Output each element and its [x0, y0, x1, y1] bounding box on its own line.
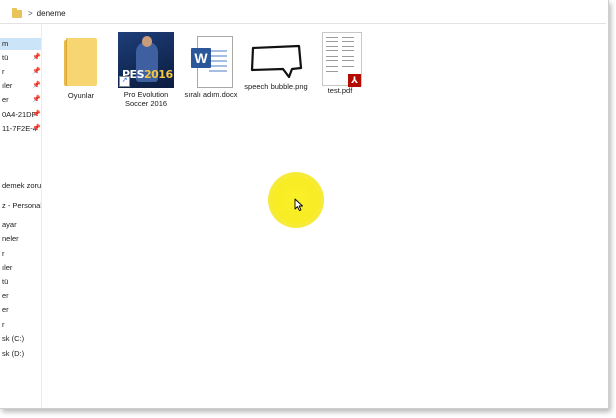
nav-item[interactable]: r 📌	[0, 66, 41, 78]
mouse-pointer-icon	[294, 198, 303, 212]
nav-item[interactable]: z - Personal	[0, 200, 41, 212]
file-item-test-pdf[interactable]: ⅄ test.pdf	[307, 32, 373, 95]
pin-icon: 📌	[32, 125, 41, 132]
pin-icon: 📌	[32, 111, 41, 118]
nav-item[interactable]: r	[0, 319, 41, 331]
acrobat-badge-icon: ⅄	[348, 74, 361, 87]
speech-bubble-image-icon	[248, 42, 304, 88]
pin-icon: 📌	[32, 68, 41, 75]
nav-item[interactable]: neler	[0, 233, 41, 245]
address-bar[interactable]: > deneme	[0, 4, 606, 24]
nav-item[interactable]: er	[0, 304, 41, 316]
pdf-document-icon: ⅄	[318, 32, 362, 88]
pin-icon: 📌	[32, 96, 41, 103]
nav-item[interactable]: 0A4-21DF 📌	[0, 109, 41, 121]
nav-item[interactable]: tü	[0, 276, 41, 288]
word-document-icon: W	[189, 36, 233, 90]
file-item-speech-bubble[interactable]: speech bubble.png	[243, 32, 309, 91]
breadcrumb-current-folder[interactable]: deneme	[37, 9, 66, 18]
file-item-sirali-adim[interactable]: W sıralı adım.docx	[178, 32, 244, 99]
file-name: Oyunlar	[67, 91, 95, 100]
nav-item[interactable]: m	[0, 38, 41, 50]
pin-icon: 📌	[32, 54, 41, 61]
nav-item[interactable]: 11-7F2E-4 📌	[0, 123, 41, 135]
folder-icon	[64, 36, 98, 86]
nav-item[interactable]: er 📌	[0, 94, 41, 106]
nav-item[interactable]: er	[0, 290, 41, 302]
nav-item[interactable]: ıler	[0, 262, 41, 274]
nav-item[interactable]: ıler 📌	[0, 80, 41, 92]
folder-icon	[12, 7, 22, 18]
file-name: Pro Evolution Soccer 2016	[123, 90, 169, 108]
nav-item[interactable]: demek zorun	[0, 180, 41, 192]
navigation-pane: m tü 📌 r 📌 ıler 📌 er 📌 0A4-21DF 📌 11-7F2E-4 📌 …	[0, 24, 42, 408]
breadcrumb-separator: >	[28, 9, 33, 18]
pes-2016-icon: PES2016 ↗	[118, 32, 174, 88]
pin-icon: 📌	[32, 82, 41, 89]
file-explorer-window: > deneme m tü 📌 r 📌 ıler 📌 er 📌 0A4-21DF 📌 11…	[0, 0, 609, 409]
nav-item[interactable]: tü 📌	[0, 52, 41, 64]
nav-item-drive-c[interactable]: sk (C:)	[0, 333, 41, 345]
file-name: sıralı adım.docx	[184, 90, 238, 99]
nav-item[interactable]: r	[0, 248, 41, 260]
nav-item[interactable]: ayar	[0, 219, 41, 231]
file-item-oyunlar[interactable]: Oyunlar	[48, 32, 114, 100]
nav-item-drive-d[interactable]: sk (D:)	[0, 348, 41, 360]
shortcut-arrow-icon: ↗	[119, 76, 130, 87]
file-item-pes-2016[interactable]: PES2016 ↗ Pro Evolution Soccer 2016	[113, 32, 179, 108]
